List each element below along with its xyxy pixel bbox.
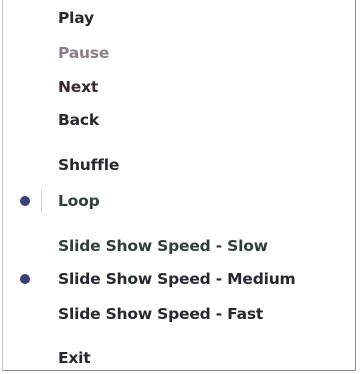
menu-item-next[interactable]: Next [58, 74, 98, 100]
menu-item-exit[interactable]: Exit [58, 345, 91, 371]
loop-focus-tick [41, 190, 42, 212]
menu-item-speed-fast[interactable]: Slide Show Speed - Fast [58, 301, 263, 327]
loop-checked-bullet-icon [20, 196, 30, 206]
menu-item-play[interactable]: Play [58, 5, 94, 31]
menu-item-speed-slow[interactable]: Slide Show Speed - Slow [58, 233, 268, 259]
menu-item-shuffle[interactable]: Shuffle [58, 152, 119, 178]
menu-item-loop[interactable]: Loop [58, 188, 100, 214]
menu-item-speed-medium[interactable]: Slide Show Speed - Medium [58, 266, 296, 292]
menu-item-back[interactable]: Back [58, 107, 99, 133]
menu-item-pause: Pause [58, 44, 110, 62]
speed-medium-checked-bullet-icon [20, 274, 30, 284]
context-menu: Play Pause Next Back Shuffle Loop Slide … [2, 0, 356, 371]
